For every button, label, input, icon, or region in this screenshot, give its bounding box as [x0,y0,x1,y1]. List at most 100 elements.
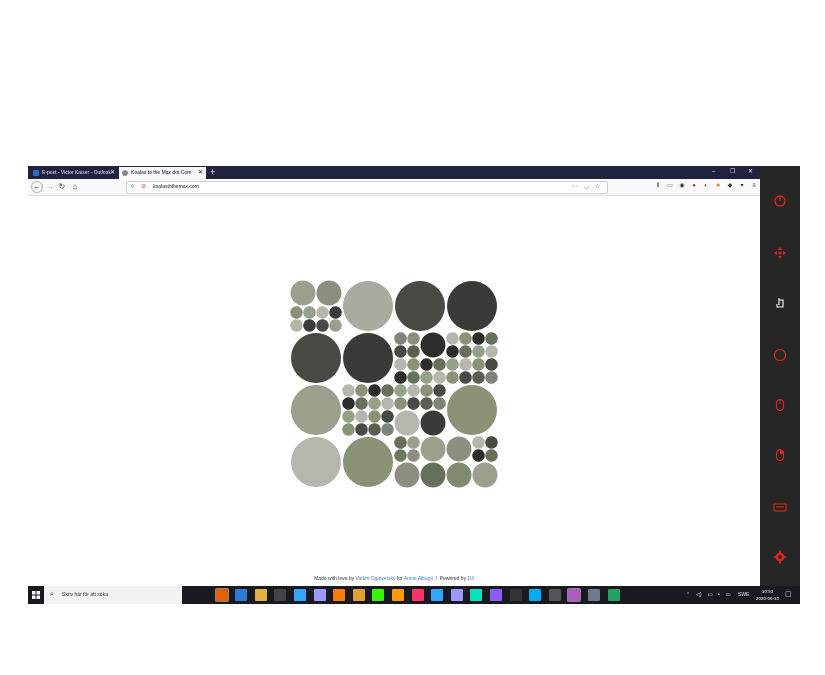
mosaic-circle[interactable] [446,436,472,462]
more-actions-icon[interactable]: ··· [571,183,578,190]
mosaic-circle[interactable] [394,332,407,345]
account-icon[interactable]: ◉ [678,182,686,191]
mosaic-circle[interactable] [446,332,459,345]
compass-icon[interactable] [773,348,787,362]
back-icon[interactable]: ← [31,181,43,193]
mosaic-circle[interactable] [407,449,420,462]
mosaic-circle[interactable] [447,281,497,331]
mosaic-circle[interactable] [485,358,498,371]
forward-icon[interactable]: → [44,181,56,193]
extension-dark-icon[interactable]: ▾ [738,182,746,191]
url-bar[interactable]: ◊ ⊘ koalastothemax.com ··· ◡ ☆ [126,181,608,194]
mosaic-circle[interactable] [446,371,459,384]
mosaic-circle[interactable] [472,449,485,462]
mouse-icon[interactable] [773,398,787,412]
mosaic-circle[interactable] [407,371,420,384]
indesign-icon[interactable] [411,589,424,601]
mosaic-circle[interactable] [368,410,381,423]
notification-icon[interactable]: ▢ [785,586,792,604]
minimize-button[interactable]: – [712,166,715,179]
mosaic-circle[interactable] [485,436,498,449]
mosaic-circle[interactable] [381,423,394,436]
insecure-lock-icon[interactable]: ⊘ [141,184,147,190]
mosaic-circle[interactable] [420,397,433,410]
mosaic-circle[interactable] [394,397,407,410]
tab-close-icon[interactable]: ✕ [110,167,115,179]
mosaic-circle[interactable] [329,319,342,332]
mosaic-circle[interactable] [472,436,485,449]
mosaic-circle[interactable] [472,371,485,384]
koala-circle-mosaic[interactable] [290,280,498,488]
mosaic-circle[interactable] [290,319,303,332]
mosaic-circle[interactable] [343,437,393,487]
mosaic-circle[interactable] [459,345,472,358]
task-view-icon[interactable] [196,589,208,601]
menu-icon[interactable]: ≡ [750,182,758,191]
mosaic-circle[interactable] [407,332,420,345]
mosaic-circle[interactable] [420,332,446,358]
mosaic-circle[interactable] [329,306,342,319]
bridge-icon[interactable] [352,589,365,601]
skype-icon[interactable] [529,589,542,601]
mosaic-circle[interactable] [316,280,342,306]
d3-link[interactable]: D3 [467,576,473,582]
settings-gear-icon[interactable] [773,550,787,564]
mosaic-circle[interactable] [420,358,433,371]
mosaic-circle[interactable] [395,281,445,331]
mosaic-circle[interactable] [446,358,459,371]
windows-start-icon[interactable] [32,591,40,599]
mosaic-circle[interactable] [303,319,316,332]
mosaic-circle[interactable] [472,332,485,345]
mosaic-circle[interactable] [420,384,433,397]
mosaic-circle[interactable] [368,397,381,410]
mosaic-circle[interactable] [407,384,420,397]
mosaic-circle[interactable] [381,410,394,423]
mouse-right-click-icon[interactable] [773,448,787,462]
mosaic-circle[interactable] [420,436,446,462]
excel-like-icon[interactable] [607,589,620,601]
mosaic-circle[interactable] [381,384,394,397]
power-icon[interactable] [773,194,787,208]
mosaic-circle[interactable] [394,410,420,436]
mosaic-circle[interactable] [394,345,407,358]
new-tab-button[interactable]: + [210,166,215,179]
touch-hand-icon[interactable] [773,296,787,310]
mosaic-circle[interactable] [342,384,355,397]
tab-koalas[interactable]: Koalas to the Max dot Com ✕ [119,167,206,179]
tray-volume-icon[interactable]: ◁) [696,586,702,604]
tab-close-icon[interactable]: ✕ [198,167,203,179]
mosaic-circle[interactable] [394,462,420,488]
photoshop-icon[interactable] [431,589,444,601]
mosaic-circle[interactable] [407,358,420,371]
mosaic-circle[interactable] [316,319,329,332]
extension-badge-icon[interactable]: ◐ [702,182,710,191]
lightroom-icon[interactable] [294,589,306,601]
bookmark-star-icon[interactable]: ☆ [595,184,601,190]
mosaic-circle[interactable] [303,306,316,319]
tray-chevron-icon[interactable]: ⌃ [686,586,690,604]
clock[interactable]: 10:50 2020-06-10 [756,588,779,602]
close-window-button[interactable]: ✕ [748,166,753,179]
mosaic-circle[interactable] [291,333,341,383]
mosaic-circle[interactable] [368,384,381,397]
mosaic-circle[interactable] [368,423,381,436]
mosaic-circle[interactable] [407,436,420,449]
mosaic-circle[interactable] [459,371,472,384]
mosaic-circle[interactable] [291,437,341,487]
tray-dot-icon[interactable]: • [718,586,720,604]
move-icon[interactable] [773,246,787,260]
mosaic-circle[interactable] [485,449,498,462]
sidebar-toggle-icon[interactable]: ▭ [666,182,674,191]
mosaic-circle[interactable] [472,345,485,358]
mosaic-circle[interactable] [433,384,446,397]
mosaic-circle[interactable] [355,423,368,436]
premiere-icon[interactable] [450,589,463,601]
mosaic-circle[interactable] [472,358,485,371]
maximize-button[interactable]: ❐ [730,166,735,179]
tab-outlook[interactable]: E-post - Victor Kaiser - Outlook ✕ [30,167,118,179]
mosaic-circle[interactable] [407,345,420,358]
calculator-icon[interactable] [588,589,600,601]
mosaic-circle[interactable] [342,423,355,436]
dreamweaver-icon[interactable] [372,589,385,601]
tray-network-icon[interactable]: ▭ [708,586,713,604]
